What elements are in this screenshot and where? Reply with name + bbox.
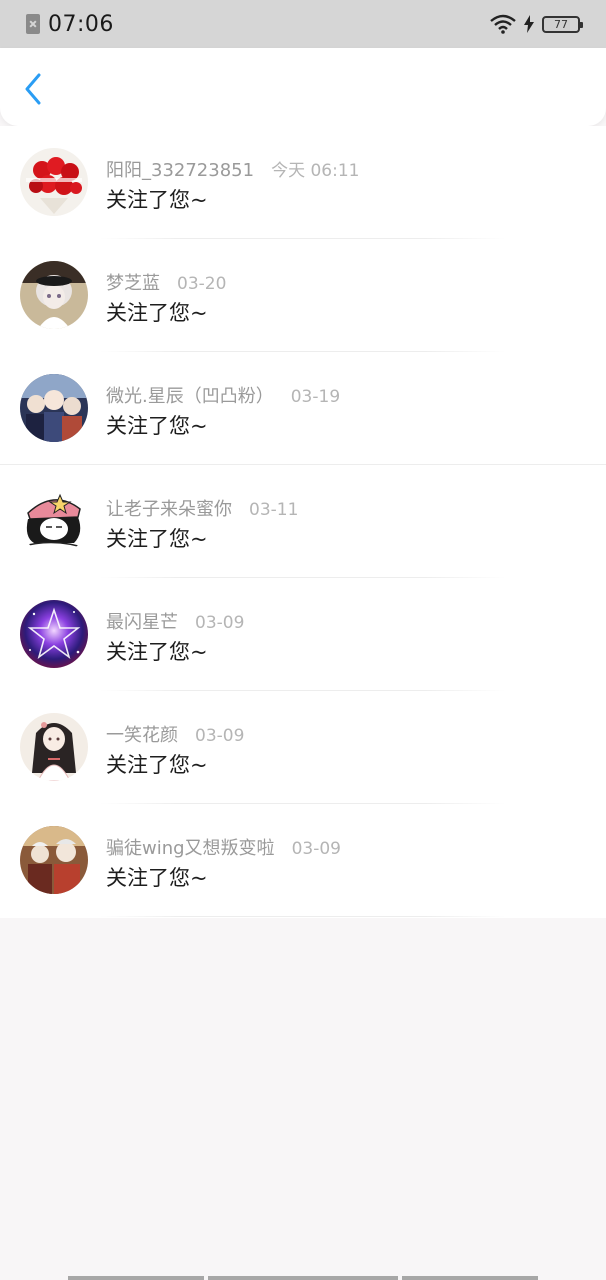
battery-level: 77: [554, 17, 568, 31]
action-text: 关注了您~: [106, 527, 208, 551]
list-item[interactable]: 骗徒wing又想叛变啦 03-09 关注了您~: [0, 804, 606, 917]
avatar[interactable]: [20, 261, 88, 329]
avatar[interactable]: [20, 374, 88, 442]
username[interactable]: 骗徒wing又想叛变啦: [106, 834, 275, 860]
divider: [100, 916, 506, 917]
username[interactable]: 微光.星辰（凹凸粉）: [106, 382, 274, 408]
list-item[interactable]: 梦芝蓝 03-20 关注了您~: [0, 239, 606, 352]
cartoon-star-hat-avatar: [20, 487, 88, 555]
avatar[interactable]: [20, 148, 88, 216]
nav-bar-segment: [208, 1276, 398, 1280]
list-item[interactable]: 一笑花颜 03-09 关注了您~: [0, 691, 606, 804]
timestamp: 03-09: [195, 613, 245, 633]
username[interactable]: 一笑花颜: [106, 721, 178, 747]
battery-icon: 77: [542, 15, 583, 33]
header: [0, 48, 606, 126]
wifi-icon: [490, 14, 516, 34]
timestamp: 今天 06:11: [271, 161, 360, 181]
anime-characters-avatar: [20, 826, 88, 894]
action-text: 关注了您~: [106, 866, 208, 890]
action-text: 关注了您~: [106, 301, 208, 325]
red-roses-avatar: [20, 148, 88, 216]
hanfu-girl-avatar: [20, 713, 88, 781]
item-text: 一笑花颜 03-09 关注了您~: [106, 721, 244, 779]
timestamp: 03-11: [249, 500, 299, 520]
username[interactable]: 让老子来朵蜜你: [106, 495, 232, 521]
avatar[interactable]: [20, 600, 88, 668]
item-text: 让老子来朵蜜你 03-11 关注了您~: [106, 495, 298, 553]
sim-error-icon: [26, 14, 40, 34]
chevron-left-icon: [25, 73, 41, 105]
nav-bar-segment: [402, 1276, 538, 1280]
anime-group-avatar: [20, 374, 88, 442]
avatar[interactable]: [20, 487, 88, 555]
item-text: 最闪星芒 03-09 关注了您~: [106, 608, 244, 666]
anime-girl-avatar: [20, 261, 88, 329]
item-text: 骗徒wing又想叛变啦 03-09 关注了您~: [106, 834, 341, 892]
list-item[interactable]: 最闪星芒 03-09 关注了您~: [0, 578, 606, 691]
list-item[interactable]: 让老子来朵蜜你 03-11 关注了您~: [0, 465, 606, 578]
avatar[interactable]: [20, 826, 88, 894]
follower-notification-list: 阳阳_332723851 今天 06:11 关注了您~ 梦芝蓝 03-20 关注…: [0, 126, 606, 918]
timestamp: 03-19: [290, 387, 341, 407]
action-text: 关注了您~: [106, 188, 208, 212]
item-text: 梦芝蓝 03-20 关注了您~: [106, 269, 226, 327]
item-text: 微光.星辰（凹凸粉） 03-19 关注了您~: [106, 382, 340, 440]
username[interactable]: 梦芝蓝: [106, 269, 160, 295]
status-icons: 77: [490, 14, 583, 34]
status-time: 07:06: [48, 11, 114, 37]
timestamp: 03-20: [177, 274, 227, 294]
avatar[interactable]: [20, 713, 88, 781]
status-bar: 07:06 77: [0, 0, 606, 48]
item-text: 阳阳_332723851 今天 06:11 关注了您~: [106, 156, 359, 214]
nav-bar-segment: [68, 1276, 204, 1280]
username[interactable]: 阳阳_332723851: [106, 156, 254, 182]
galaxy-star-avatar: [20, 600, 88, 668]
username[interactable]: 最闪星芒: [106, 608, 178, 634]
timestamp: 03-09: [195, 726, 245, 746]
list-item[interactable]: 阳阳_332723851 今天 06:11 关注了您~: [0, 126, 606, 239]
back-button[interactable]: [18, 72, 48, 106]
timestamp: 03-09: [291, 839, 341, 859]
action-text: 关注了您~: [106, 414, 208, 438]
action-text: 关注了您~: [106, 640, 208, 664]
charging-icon: [524, 15, 534, 33]
action-text: 关注了您~: [106, 753, 208, 777]
list-item[interactable]: 微光.星辰（凹凸粉） 03-19 关注了您~: [0, 352, 606, 465]
